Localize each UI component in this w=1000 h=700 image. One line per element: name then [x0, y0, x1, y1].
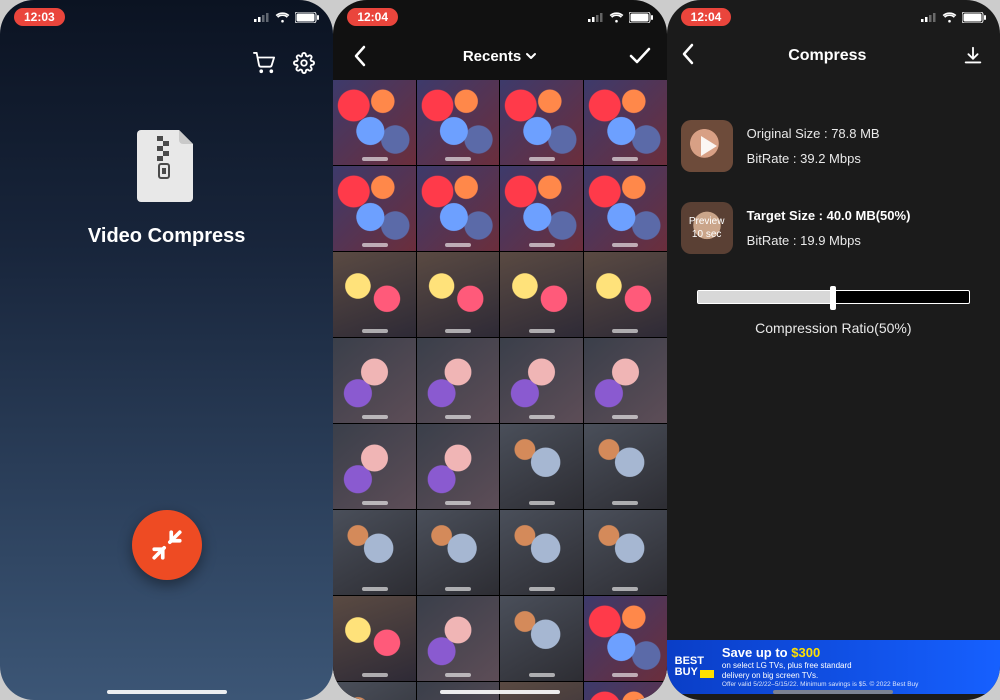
video-thumbnail[interactable] [584, 510, 667, 595]
home-indicator[interactable] [440, 690, 560, 694]
video-thumbnail[interactable] [417, 252, 500, 337]
slider-knob[interactable] [830, 286, 836, 310]
video-thumbnail[interactable] [584, 80, 667, 165]
status-bar: 12:04 [333, 0, 666, 30]
video-thumbnail[interactable] [333, 596, 416, 681]
video-thumbnail[interactable] [333, 252, 416, 337]
wifi-icon [609, 12, 624, 23]
status-icons [921, 12, 986, 23]
video-thumbnail[interactable] [500, 338, 583, 423]
original-info-row: Original Size : 78.8 MB BitRate : 39.2 M… [681, 120, 986, 172]
video-thumbnail[interactable] [417, 80, 500, 165]
album-title: Recents [463, 48, 521, 65]
recording-time-pill: 12:03 [14, 8, 65, 26]
cell-signal-icon [254, 12, 270, 22]
video-thumbnail[interactable] [417, 424, 500, 509]
video-thumbnail[interactable] [584, 252, 667, 337]
status-bar: 12:04 [667, 0, 1000, 30]
video-thumbnail[interactable] [333, 338, 416, 423]
battery-icon [629, 12, 653, 23]
battery-icon [962, 12, 986, 23]
video-thumbnail[interactable] [584, 596, 667, 681]
back-icon[interactable] [347, 43, 373, 69]
wifi-icon [275, 12, 290, 23]
video-thumbnail[interactable] [333, 682, 416, 700]
video-thumbnail[interactable] [584, 682, 667, 700]
compression-ratio-label: Compression Ratio(50%) [697, 320, 970, 336]
video-thumbnail[interactable] [417, 338, 500, 423]
preview-thumbnail[interactable]: Preview 10 sec [681, 202, 733, 254]
status-icons [254, 12, 319, 23]
cart-icon[interactable] [251, 50, 277, 76]
battery-icon [295, 12, 319, 23]
screen-picker: 12:04 Recents [333, 0, 666, 700]
video-thumbnail[interactable] [333, 80, 416, 165]
compression-slider[interactable] [697, 290, 970, 304]
video-thumbnail[interactable] [333, 510, 416, 595]
compress-button[interactable] [132, 510, 202, 580]
album-dropdown[interactable]: Recents [463, 48, 537, 65]
home-indicator[interactable] [107, 690, 227, 694]
chevron-down-icon [525, 51, 537, 61]
video-thumbnail[interactable] [333, 424, 416, 509]
page-title: Compress [788, 47, 866, 65]
video-thumbnail[interactable] [333, 166, 416, 251]
home-indicator[interactable] [773, 690, 893, 694]
target-bitrate-label: BitRate : 19.9 Mbps [747, 233, 911, 248]
download-icon[interactable] [960, 43, 986, 69]
original-size-label: Original Size : 78.8 MB [747, 126, 880, 141]
video-thumbnail[interactable] [417, 166, 500, 251]
video-thumbnail[interactable] [500, 80, 583, 165]
back-icon[interactable] [681, 43, 695, 70]
status-bar: 12:03 [0, 0, 333, 30]
tag-icon [700, 670, 714, 678]
video-thumbnail[interactable] [417, 510, 500, 595]
preview-label: Preview [689, 216, 725, 227]
video-thumbnail[interactable] [584, 166, 667, 251]
zip-file-icon [137, 130, 197, 207]
video-grid [333, 80, 666, 700]
video-thumbnail[interactable] [584, 338, 667, 423]
screen-compress: 12:04 Compress Original Size : 78.8 MB B… [667, 0, 1000, 700]
done-icon[interactable] [627, 43, 653, 69]
video-thumbnail[interactable] [500, 510, 583, 595]
video-thumbnail[interactable] [584, 424, 667, 509]
wifi-icon [942, 12, 957, 23]
video-thumbnail[interactable] [500, 596, 583, 681]
ad-banner[interactable]: BEST BUY Save up to $300 on select LG TV… [667, 640, 1000, 694]
play-icon [701, 136, 717, 156]
video-thumbnail[interactable] [500, 252, 583, 337]
screen-home: 12:03 Video Compress [0, 0, 333, 700]
recording-time-pill: 12:04 [681, 8, 732, 26]
cell-signal-icon [588, 12, 604, 22]
original-thumbnail[interactable] [681, 120, 733, 172]
video-thumbnail[interactable] [500, 424, 583, 509]
recording-time-pill: 12:04 [347, 8, 398, 26]
bestbuy-logo: BEST BUY [675, 656, 714, 678]
ad-text: Save up to $300 on select LG TVs, plus f… [722, 645, 919, 689]
target-info-row: Preview 10 sec Target Size : 40.0 MB(50%… [681, 202, 986, 254]
preview-duration: 10 sec [692, 229, 721, 240]
status-icons [588, 12, 653, 23]
target-size-label: Target Size : 40.0 MB(50%) [747, 208, 911, 223]
app-title: Video Compress [88, 225, 245, 248]
cell-signal-icon [921, 12, 937, 22]
slider-fill [698, 291, 834, 303]
video-thumbnail[interactable] [500, 166, 583, 251]
gear-icon[interactable] [291, 50, 317, 76]
video-thumbnail[interactable] [417, 596, 500, 681]
original-bitrate-label: BitRate : 39.2 Mbps [747, 151, 880, 166]
